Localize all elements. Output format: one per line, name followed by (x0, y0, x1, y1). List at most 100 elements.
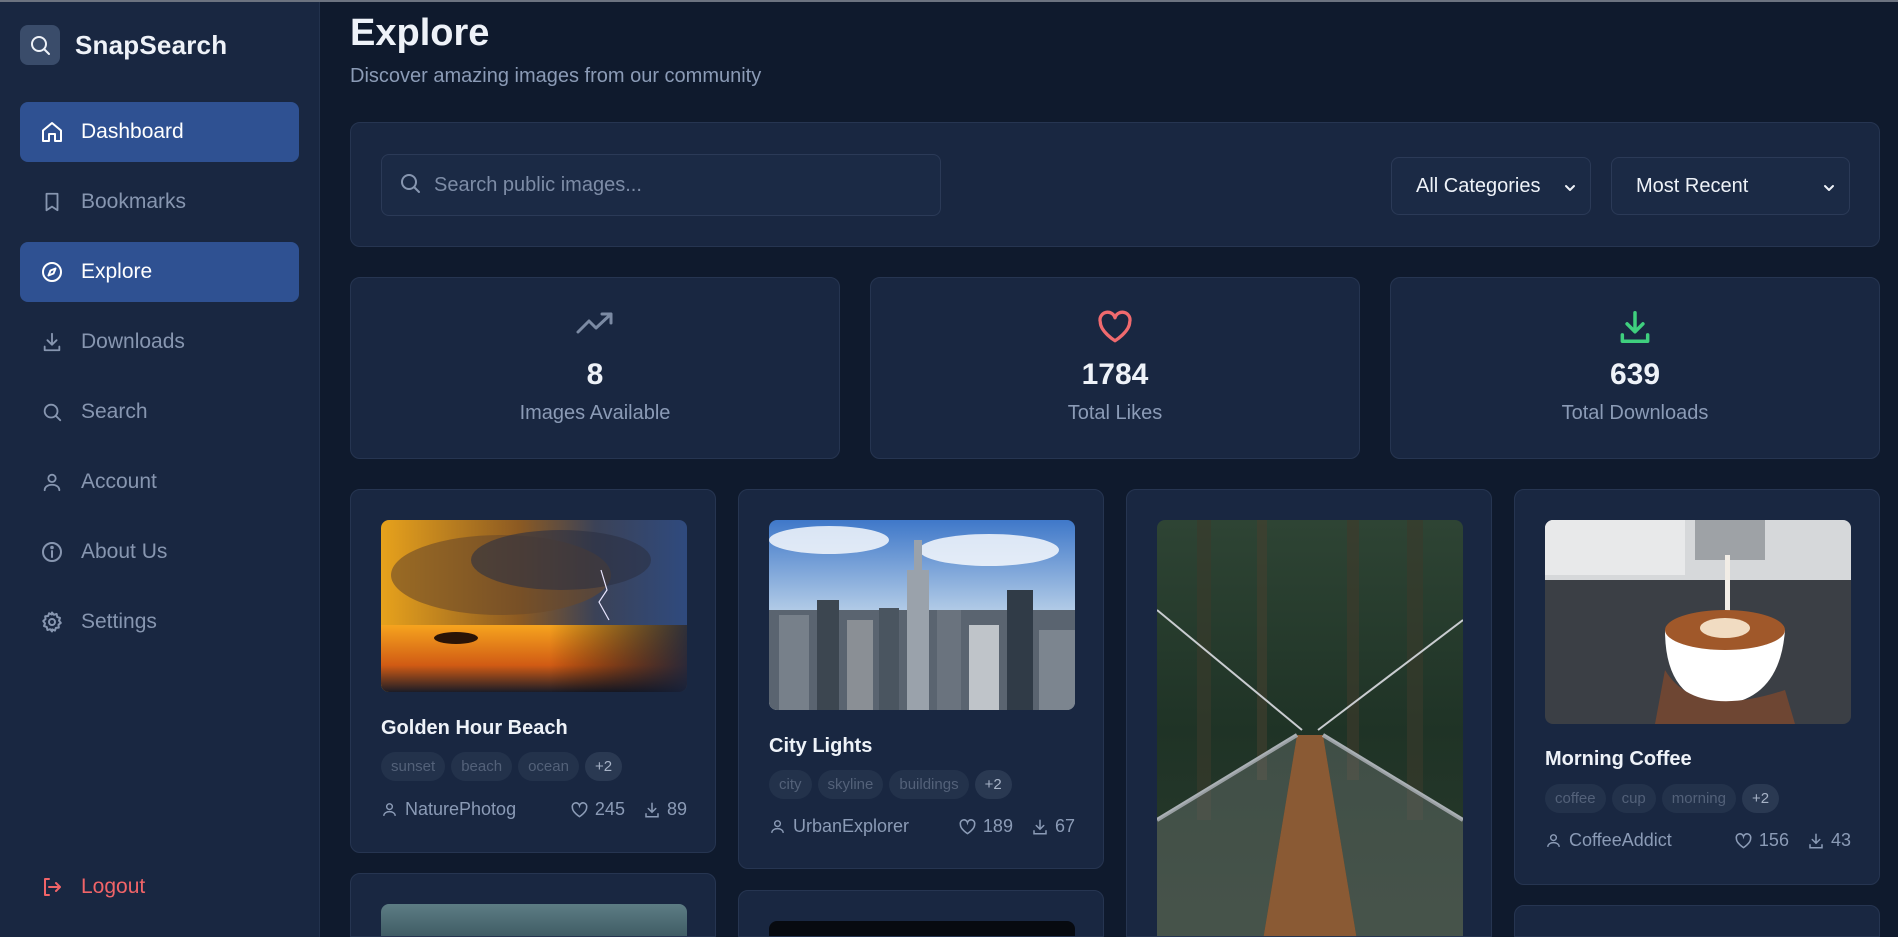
author[interactable]: UrbanExplorer (769, 816, 958, 837)
image-card[interactable] (738, 890, 1104, 937)
stat-card-downloads: 639 Total Downloads (1390, 277, 1880, 459)
logout-label: Logout (81, 875, 146, 898)
category-select-value: All Categories (1416, 174, 1541, 197)
download-count: 89 (666, 799, 687, 819)
author-name: NaturePhotog (405, 799, 517, 819)
sort-select[interactable]: Most Recent (1611, 157, 1850, 215)
sidebar-item-account[interactable]: Account (20, 452, 299, 512)
image-thumbnail[interactable] (1545, 520, 1851, 724)
card-title: Morning Coffee (1545, 748, 1692, 770)
image-card[interactable] (1126, 489, 1492, 937)
image-card[interactable]: Golden Hour Beach sunset beach ocean +2 … (350, 489, 716, 853)
more-tags-badge[interactable]: +2 (584, 752, 623, 781)
tag[interactable]: morning (1661, 784, 1736, 813)
tag[interactable]: skyline (817, 770, 884, 799)
more-tags-badge[interactable]: +2 (1741, 784, 1780, 813)
user-icon (771, 820, 784, 833)
tag[interactable]: coffee (1545, 784, 1606, 813)
page-subtitle: Discover amazing images from our communi… (350, 65, 762, 87)
heart-icon (1735, 833, 1752, 849)
search-icon (39, 399, 65, 425)
logout-button[interactable]: Logout (20, 857, 299, 917)
card-meta: UrbanExplorer 189 67 (769, 816, 1075, 837)
sidebar-item-settings[interactable]: Settings (20, 592, 299, 652)
image-thumbnail[interactable] (381, 904, 687, 936)
image-thumbnail[interactable] (381, 520, 687, 692)
chevron-down-icon (1821, 179, 1837, 202)
stat-label: Total Downloads (1561, 402, 1709, 424)
heart-icon (571, 802, 588, 818)
stat-value: 8 (586, 358, 604, 391)
tag-list: city skyline buildings +2 (769, 770, 1012, 799)
like-count: 156 (1758, 830, 1789, 850)
heart-icon (959, 819, 976, 835)
like-count: 189 (982, 816, 1013, 836)
image-thumbnail[interactable] (769, 520, 1075, 710)
download-icon (1033, 819, 1047, 834)
download-icon (1809, 833, 1823, 848)
sort-select-value: Most Recent (1636, 174, 1749, 197)
stat-label: Images Available (519, 402, 671, 424)
tag[interactable]: city (769, 770, 812, 799)
sidebar-item-label: Bookmarks (81, 190, 187, 213)
image-card[interactable] (1514, 905, 1880, 937)
page-title: Explore (350, 12, 490, 54)
sidebar-item-label: About Us (81, 540, 168, 563)
card-meta: CoffeeAddict 156 43 (1545, 830, 1851, 851)
sidebar-item-label: Explore (81, 260, 153, 283)
search-input[interactable] (434, 173, 914, 197)
category-select[interactable]: All Categories (1391, 157, 1591, 215)
more-tags-badge[interactable]: +2 (974, 770, 1012, 799)
logout-icon (39, 874, 65, 900)
image-thumbnail[interactable] (769, 921, 1075, 936)
sidebar-item-about[interactable]: About Us (20, 522, 299, 582)
image-card[interactable]: Morning Coffee coffee cup morning +2 Cof… (1514, 489, 1880, 885)
stat-card-likes: 1784 Total Likes (870, 277, 1360, 459)
sidebar-item-label: Account (81, 470, 157, 493)
author-name: UrbanExplorer (793, 816, 910, 836)
author[interactable]: CoffeeAddict (1545, 830, 1734, 851)
compass-icon (39, 259, 65, 285)
card-meta: NaturePhotog 245 89 (381, 799, 687, 820)
download-count: 67 (1054, 816, 1075, 836)
chevron-down-icon (1562, 179, 1578, 202)
sidebar-item-dashboard[interactable]: Dashboard (20, 102, 299, 162)
sidebar-item-explore[interactable]: Explore (20, 242, 299, 302)
trending-up-icon (351, 308, 839, 338)
card-title: City Lights (769, 735, 873, 757)
tag[interactable]: ocean (518, 752, 579, 781)
tag[interactable]: cup (1611, 784, 1656, 813)
tag[interactable]: sunset (381, 752, 446, 781)
download-icon (39, 329, 65, 355)
app-name: SnapSearch (75, 29, 228, 60)
stat-value: 639 (1609, 358, 1661, 391)
home-icon (39, 119, 65, 145)
download-icon (1391, 308, 1879, 346)
sidebar-item-label: Dashboard (81, 120, 184, 143)
image-card[interactable] (350, 873, 716, 937)
sidebar-item-search[interactable]: Search (20, 382, 299, 442)
bookmark-icon (39, 189, 65, 215)
tag-list: sunset beach ocean +2 (381, 752, 623, 781)
download-icon (645, 802, 659, 817)
tag[interactable]: beach (451, 752, 513, 781)
tag[interactable]: buildings (889, 770, 969, 799)
stat-label: Total Likes (1067, 402, 1163, 424)
search-icon (398, 171, 422, 200)
image-card[interactable]: City Lights city skyline buildings +2 Ur… (738, 489, 1104, 869)
user-icon (383, 803, 396, 816)
image-thumbnail[interactable] (1157, 520, 1463, 936)
author[interactable]: NaturePhotog (381, 799, 570, 820)
info-icon (39, 539, 65, 565)
author-name: CoffeeAddict (1569, 830, 1672, 850)
heart-icon (871, 308, 1359, 344)
search-box[interactable] (381, 154, 941, 216)
sidebar-item-label: Search (81, 400, 148, 423)
sidebar-item-bookmarks[interactable]: Bookmarks (20, 172, 299, 232)
search-icon (20, 25, 60, 65)
sidebar-item-downloads[interactable]: Downloads (20, 312, 299, 372)
download-count: 43 (1830, 830, 1851, 850)
like-count: 245 (594, 799, 625, 819)
search-panel: All Categories Most Recent (350, 122, 1880, 247)
brand[interactable]: SnapSearch (20, 25, 227, 65)
